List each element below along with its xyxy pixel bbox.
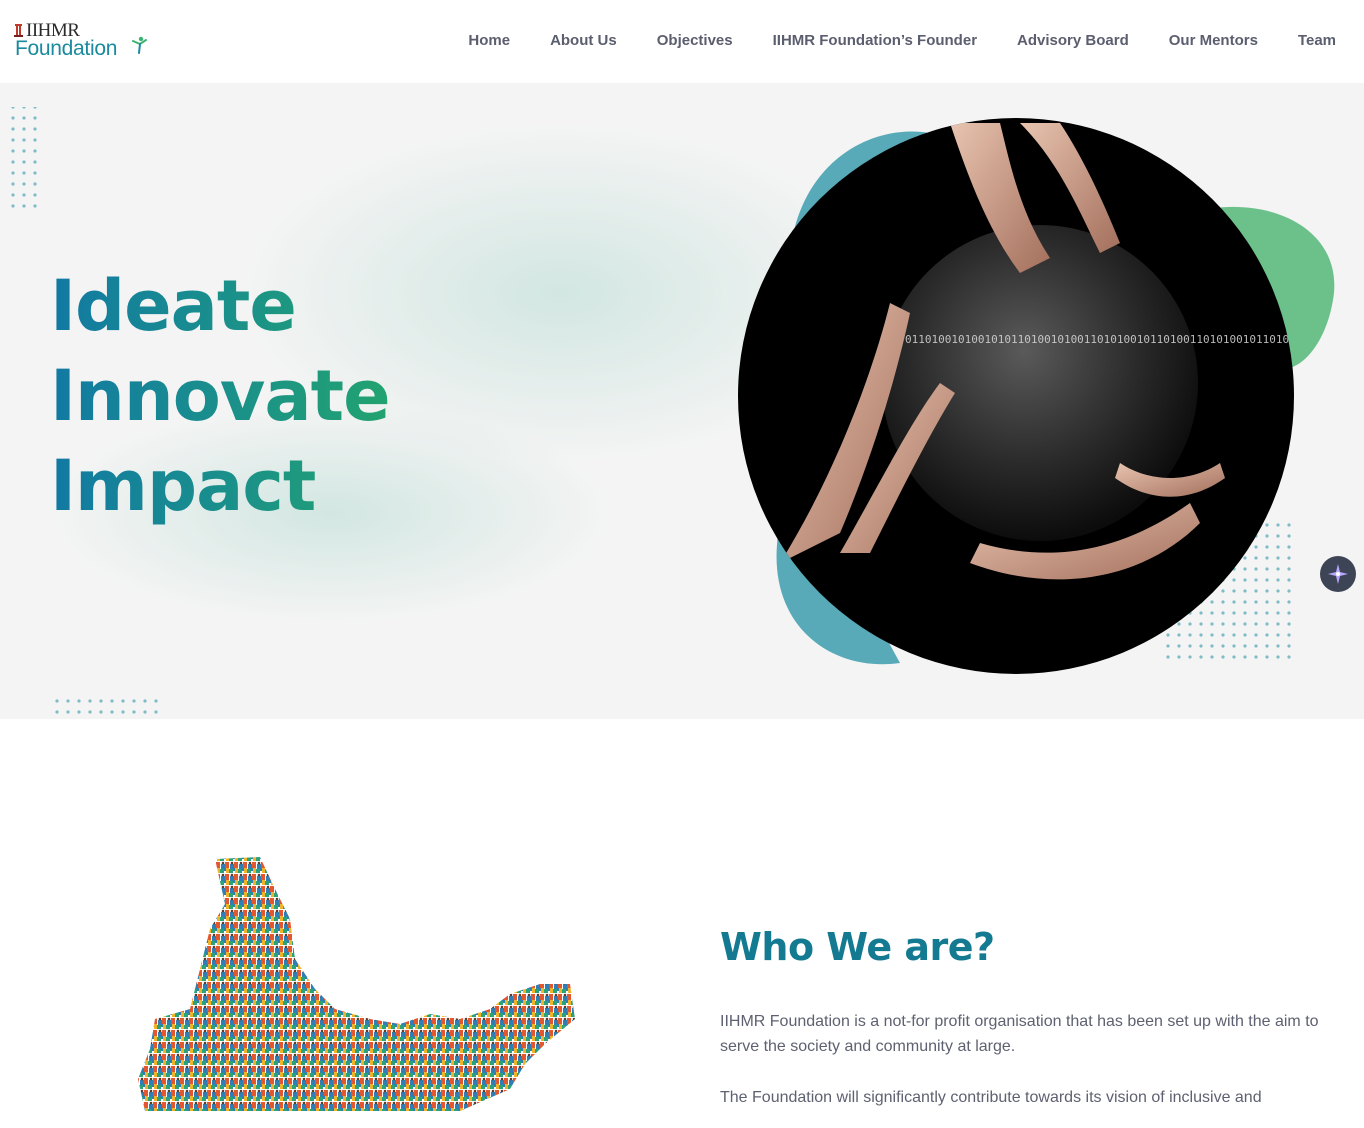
logo[interactable]: IIHMR Foundation <box>14 20 154 64</box>
headline-ideate: Ideate <box>50 261 390 351</box>
nav-home[interactable]: Home <box>468 32 510 49</box>
india-crowd-map-image <box>138 857 575 1111</box>
headline-innovate: Innovate <box>50 351 391 441</box>
who-paragraph-1: IIHMR Foundation is a not-for profit org… <box>720 1013 1319 1055</box>
sparkle-icon <box>1328 564 1348 584</box>
hero-headline: Ideate Innovate Impact <box>50 261 391 531</box>
who-paragraph-2: The Foundation will significantly contri… <box>720 1089 1262 1106</box>
headline-impact: Impact <box>50 441 390 531</box>
main-nav: Home About Us Objectives IIHMR Foundatio… <box>468 32 1336 49</box>
pillar-icon <box>14 24 23 37</box>
nav-founder[interactable]: IIHMR Foundation’s Founder <box>773 32 977 49</box>
who-we-are-section: Who We are? IIHMR Foundation is a not-fo… <box>0 719 1364 1128</box>
binary-text: 0110100101001010110100101001101010010110… <box>905 333 1289 346</box>
nav-objectives[interactable]: Objectives <box>657 32 733 49</box>
nav-advisory-board[interactable]: Advisory Board <box>1017 32 1129 49</box>
who-we-are-title: Who We are? <box>720 925 995 969</box>
nav-about-us[interactable]: About Us <box>550 32 617 49</box>
crowd-shape <box>138 857 575 1111</box>
hero-section: Ideate Innovate Impact 01101001010010101… <box>0 83 1364 719</box>
site-header: IIHMR Foundation Home About Us Objective… <box>0 0 1364 83</box>
person-icon <box>132 36 147 54</box>
hands-globe-image: 0110100101001010110100101001101010010110… <box>738 118 1335 674</box>
nav-our-mentors[interactable]: Our Mentors <box>1169 32 1258 49</box>
ai-assistant-button[interactable] <box>1320 556 1356 592</box>
logo-bottom-text: Foundation <box>15 37 118 60</box>
nav-team[interactable]: Team <box>1298 32 1336 49</box>
